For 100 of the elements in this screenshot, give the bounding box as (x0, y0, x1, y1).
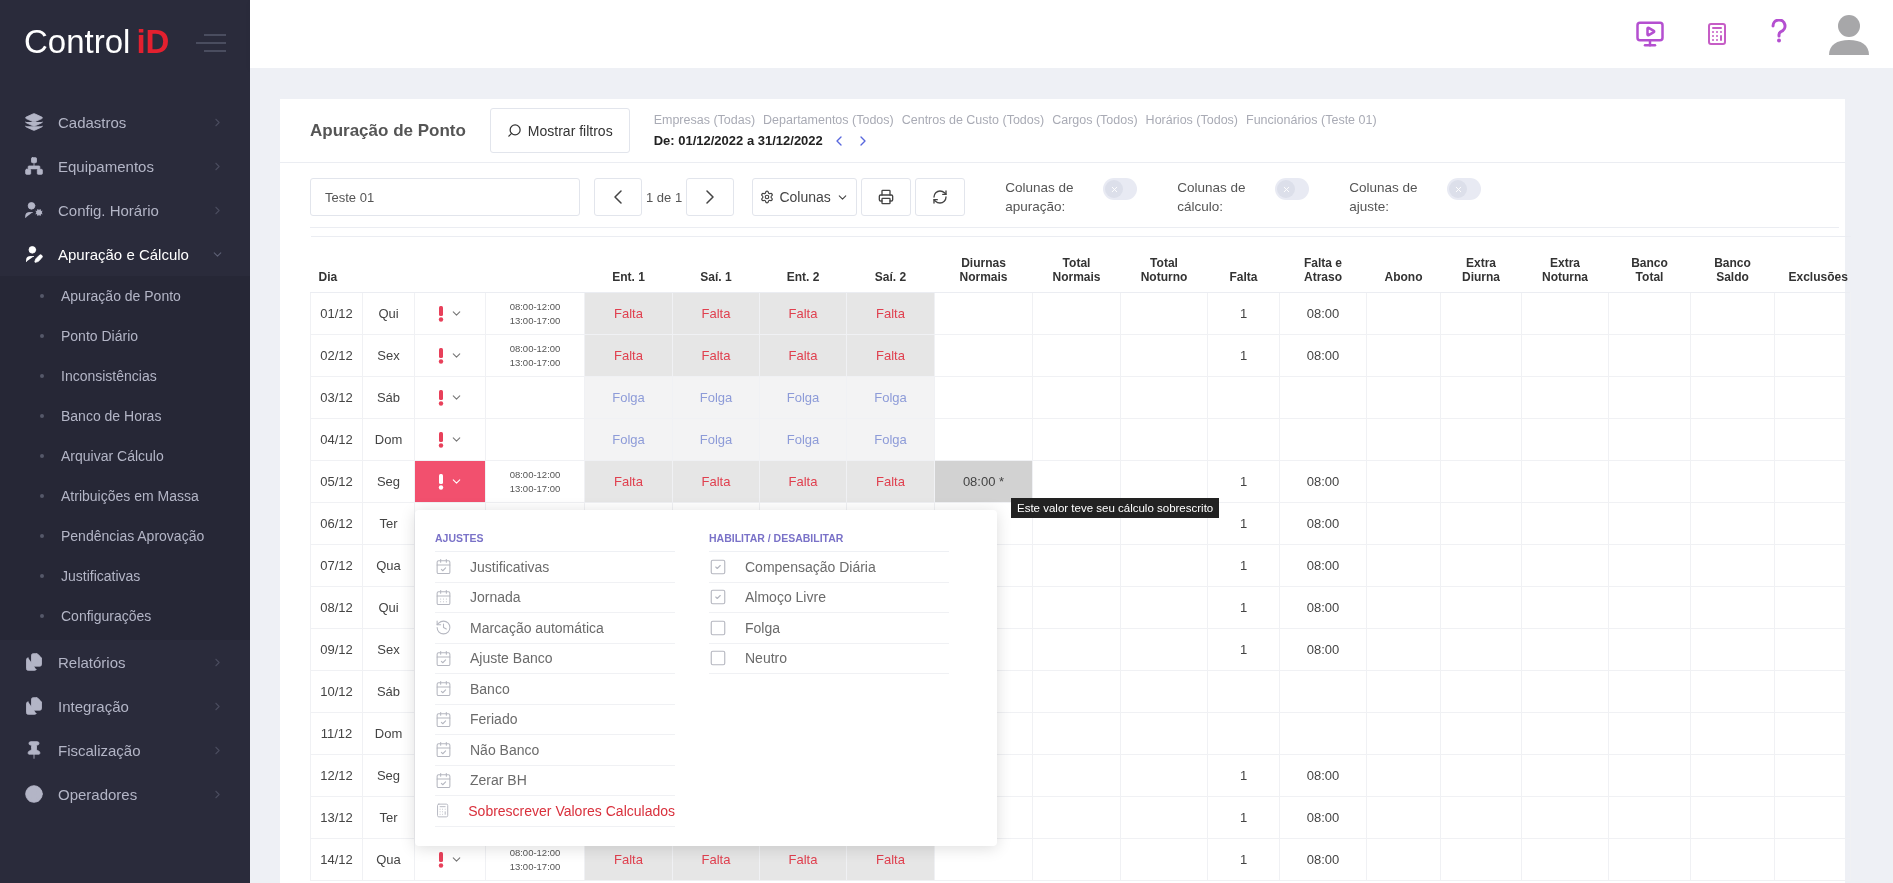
nav-item[interactable]: Cadastros (0, 100, 250, 144)
checkbox-checked-icon[interactable] (709, 557, 727, 576)
nav-subitem[interactable]: Arquivar Cálculo (0, 436, 250, 476)
menu-item[interactable]: Sobrescrever Valores Calculados (435, 796, 675, 827)
refresh-button[interactable] (915, 178, 966, 216)
column-header: Total Normais (1052, 256, 1101, 284)
menu-item[interactable]: Banco (435, 674, 675, 705)
menu-item[interactable]: Não Banco (435, 735, 675, 766)
nav-item[interactable]: Integração (0, 684, 250, 728)
toggle-label: Colunas de apuração: (1005, 179, 1075, 216)
print-button[interactable] (861, 178, 912, 216)
nav-item[interactable]: Config. Horário (0, 188, 250, 232)
checkbox-item[interactable]: Almoço Livre (709, 582, 949, 613)
column-header: Banco Saldo (1714, 256, 1751, 284)
toggle-label: Colunas de ajuste: (1349, 179, 1419, 216)
absence-count: 1 (1239, 474, 1248, 489)
absence-count: 1 (1239, 348, 1248, 363)
menu-item[interactable]: Jornada (435, 582, 675, 613)
column-header: Exclusões (1788, 270, 1848, 284)
schedule-text: 08:00-12:00 13:00-17:00 (508, 845, 562, 874)
checkbox-item[interactable]: Compensação Diária (709, 552, 949, 583)
nav-label: Equipamentos (58, 157, 155, 175)
columns-button[interactable]: Colunas (752, 178, 858, 216)
layers-icon (24, 112, 44, 132)
help-icon (1771, 18, 1787, 43)
nav-label: Cadastros (58, 113, 128, 131)
menu-item[interactable]: Ajuste Banco (435, 643, 675, 674)
calendar-check-icon (435, 771, 452, 789)
x-icon (1281, 184, 1291, 194)
checkbox-icon[interactable] (709, 618, 727, 637)
nav-subitem[interactable]: Configurações (0, 596, 250, 636)
date-text: 11/12 (320, 726, 353, 741)
punch-status-text: Folga (874, 432, 907, 447)
column-header: Saí. 1 (700, 270, 732, 284)
nav-subitem[interactable]: Inconsistências (0, 356, 250, 396)
calculator-button[interactable] (1705, 22, 1729, 46)
checkbox-icon[interactable] (709, 649, 727, 668)
section-title: HABILITAR / DESABILITAR (709, 532, 949, 552)
show-filters-button[interactable]: Mostrar filtros (489, 108, 630, 153)
nav-item[interactable]: Apuração e Cálculo (0, 232, 250, 276)
column-header: Banco Total (1631, 256, 1668, 284)
schedule-text: 08:00-12:00 13:00-17:00 (508, 467, 562, 496)
chevron-right-icon (706, 190, 715, 204)
menu-item[interactable]: Marcação automática (435, 613, 675, 644)
menu-item[interactable]: Feriado (435, 704, 675, 735)
weekday-text: Qui (378, 306, 399, 321)
filter-text: Centros de Custo (Todos) (901, 112, 1045, 127)
nav-subitem[interactable]: Apuração de Ponto (0, 276, 250, 316)
absence-count: 1 (1239, 768, 1248, 783)
hours-value: 08:00 (1306, 306, 1340, 321)
nav-subitem[interactable]: Ponto Diário (0, 316, 250, 356)
calendar-check-icon (435, 710, 452, 728)
date-text: 02/12 (320, 348, 353, 363)
punch-status-text: Falta (788, 348, 818, 363)
files-icon (24, 652, 44, 672)
filter-text: Empresas (Todas) (653, 112, 756, 127)
next-page-button[interactable] (686, 178, 735, 216)
page-indicator: 1 de 1 (645, 189, 684, 205)
alert-icon (437, 473, 444, 490)
date-range: De: 01/12/2022 a 31/12/2022 (653, 133, 823, 148)
avatar-button[interactable] (1829, 13, 1869, 55)
toggle-switch[interactable] (1447, 178, 1482, 200)
hours-value: 08:00 (1306, 642, 1340, 657)
weekday-text: Sáb (376, 390, 401, 405)
weekday-text: Ter (379, 516, 398, 531)
punch-status-text: Folga (699, 390, 733, 405)
gear-icon (760, 190, 775, 204)
date-text: 07/12 (320, 558, 353, 573)
punch-status-text: Falta (614, 852, 643, 867)
nav-subitem[interactable]: Banco de Horas (0, 396, 250, 436)
nav-subitem[interactable]: Justificativas (0, 556, 250, 596)
checkbox-item[interactable]: Neutro (709, 643, 949, 674)
monitor-play-icon (1635, 19, 1665, 49)
menu-icon[interactable] (196, 34, 226, 52)
files-icon (24, 696, 44, 716)
previous-page-button[interactable] (594, 178, 642, 216)
weekday-text: Qua (376, 852, 401, 867)
weekday-text: Sex (377, 642, 400, 657)
hours-value: 08:00 (1306, 474, 1340, 489)
alert-icon (437, 347, 444, 364)
schedule-text: 08:00-12:00 13:00-17:00 (508, 299, 562, 328)
nav-item[interactable]: Relatórios (0, 640, 250, 684)
nav-subitem[interactable]: Pendências Aprovação (0, 516, 250, 556)
search-icon (506, 123, 522, 138)
nav-item[interactable]: Operadores (0, 772, 250, 816)
menu-item[interactable]: Justificativas (435, 552, 675, 583)
presentation-button[interactable] (1635, 19, 1665, 49)
nav-item[interactable]: Equipamentos (0, 144, 250, 188)
nav-item[interactable]: Fiscalização (0, 728, 250, 772)
employee-field[interactable]: Teste 01 (310, 178, 580, 216)
checkbox-checked-icon[interactable] (709, 588, 727, 607)
date-text: 05/12 (320, 474, 353, 489)
nav-subitem[interactable]: Atribuições em Massa (0, 476, 250, 516)
toggle-switch[interactable] (1103, 178, 1138, 200)
toggle-switch[interactable] (1275, 178, 1310, 200)
absence-count: 1 (1239, 852, 1248, 867)
status-button[interactable] (415, 461, 485, 502)
hours-value: 08:00 (1306, 516, 1340, 531)
checkbox-item[interactable]: Folga (709, 613, 949, 644)
menu-item[interactable]: Zerar BH (435, 765, 675, 796)
